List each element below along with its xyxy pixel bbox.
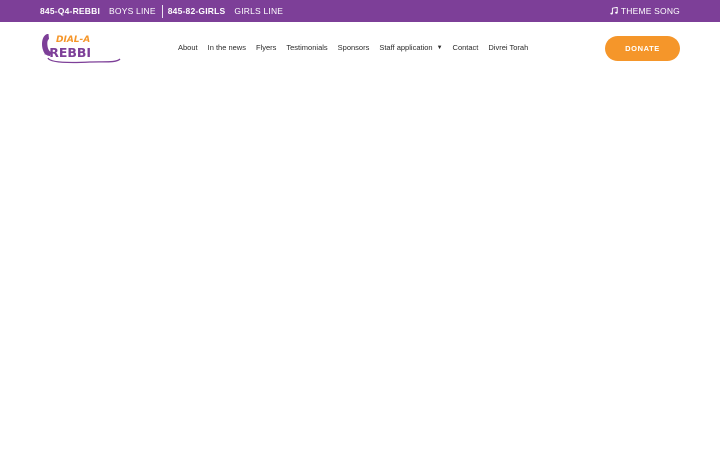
nav-staff-application[interactable]: Staff application ▼ bbox=[379, 43, 442, 52]
theme-song-label: THEME SONG bbox=[620, 6, 680, 16]
nav-flyers[interactable]: Flyers bbox=[256, 43, 276, 52]
topbar-divider bbox=[161, 4, 163, 18]
nav-divrei-torah[interactable]: Divrei Torah bbox=[488, 43, 528, 52]
boys-line-phone[interactable]: 845-Q4-REBBI bbox=[40, 6, 100, 16]
donate-button[interactable]: DONATE bbox=[605, 36, 680, 61]
nav-contact[interactable]: Contact bbox=[453, 43, 479, 52]
hero-section bbox=[0, 78, 720, 450]
caret-down-icon: ▼ bbox=[436, 44, 443, 51]
nav-staff-application-label: Staff application bbox=[379, 43, 433, 52]
theme-song-link[interactable]: THEME SONG bbox=[610, 6, 680, 16]
site-header: DIAL-A -REBBI About In the news Flyers T… bbox=[0, 22, 720, 78]
top-bar: 845-Q4-REBBI BOYS LINE 845-82-GIRLS GIRL… bbox=[0, 0, 720, 22]
nav-in-the-news[interactable]: In the news bbox=[208, 43, 246, 52]
main-nav: About In the news Flyers Testimonials Sp… bbox=[178, 43, 538, 52]
girls-line-phone[interactable]: 845-82-GIRLS bbox=[168, 6, 226, 16]
nav-about[interactable]: About bbox=[178, 43, 198, 52]
dial-a-rebbi-logo[interactable]: DIAL-A -REBBI bbox=[40, 30, 122, 66]
nav-sponsors[interactable]: Sponsors bbox=[338, 43, 370, 52]
logo-line1: DIAL-A bbox=[56, 35, 90, 45]
girls-line-label[interactable]: GIRLS LINE bbox=[234, 6, 283, 16]
music-note-icon bbox=[610, 7, 618, 15]
boys-line-label[interactable]: BOYS LINE bbox=[109, 6, 156, 16]
logo-line2: -REBBI bbox=[44, 45, 91, 60]
nav-testimonials[interactable]: Testimonials bbox=[286, 43, 327, 52]
